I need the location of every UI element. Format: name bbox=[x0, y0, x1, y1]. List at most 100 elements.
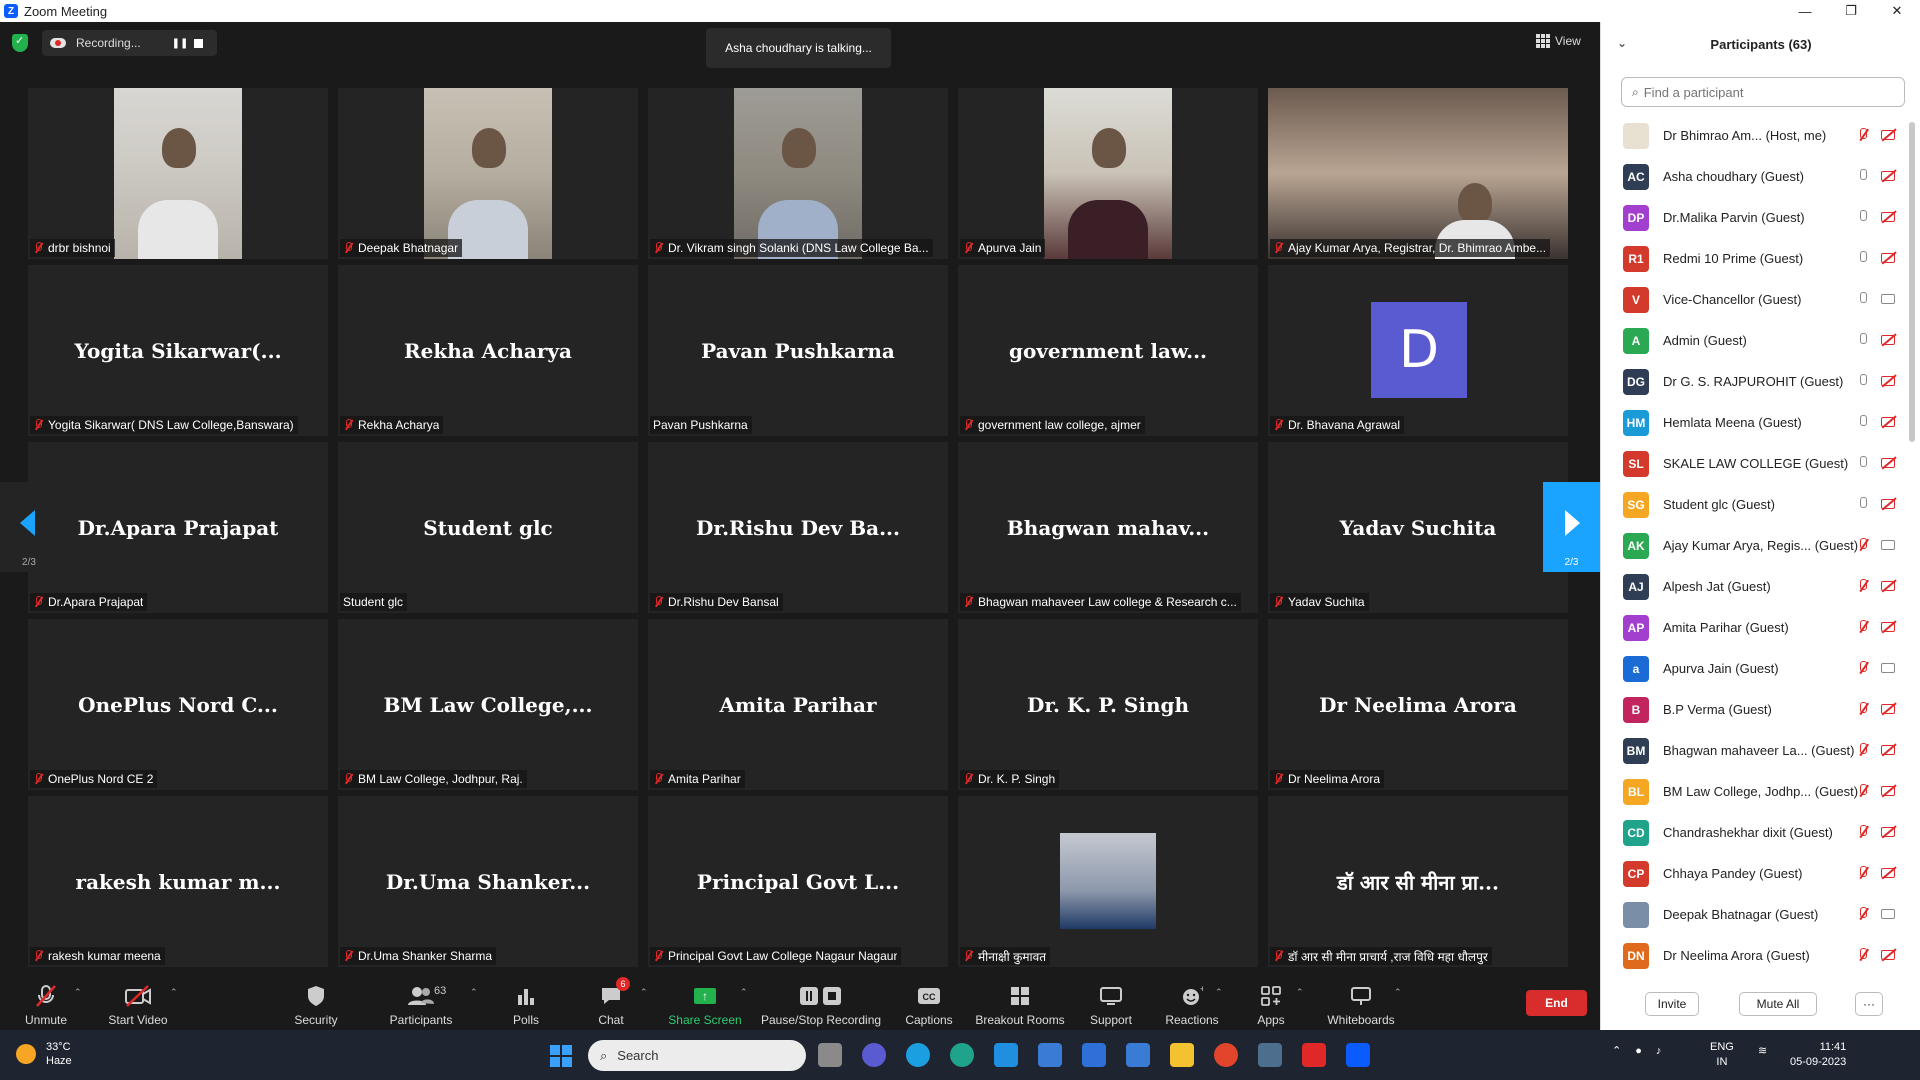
windows-start-icon[interactable] bbox=[550, 1045, 572, 1067]
next-page-button[interactable]: 2/3 bbox=[1543, 482, 1600, 572]
reactions-caret-icon[interactable]: ⌃ bbox=[1215, 987, 1223, 998]
video-off-icon[interactable] bbox=[1881, 745, 1895, 755]
taskbar-clock[interactable]: 11:41 05-09-2023 bbox=[1790, 1040, 1846, 1070]
video-off-icon[interactable] bbox=[1881, 950, 1895, 960]
share-screen-button[interactable]: ↑ Share Screen bbox=[668, 975, 742, 1030]
previous-page-button[interactable]: 2/3 bbox=[0, 482, 58, 572]
video-icon[interactable] bbox=[1881, 909, 1895, 919]
mic-icon[interactable] bbox=[1857, 497, 1869, 512]
video-icon[interactable] bbox=[1881, 663, 1895, 673]
video-tile[interactable]: Amita Parihar Amita Parihar bbox=[648, 619, 948, 790]
participant-row[interactable]: R1 Redmi 10 Prime (Guest) bbox=[1601, 238, 1907, 279]
participant-row[interactable]: SG Student glc (Guest) bbox=[1601, 484, 1907, 525]
participant-row[interactable]: B B.P Verma (Guest) bbox=[1601, 689, 1907, 730]
mic-muted-icon[interactable] bbox=[1857, 661, 1869, 676]
mute-all-button[interactable]: Mute All bbox=[1739, 992, 1817, 1016]
start-video-button[interactable]: Start Video bbox=[106, 975, 170, 1030]
participant-row[interactable]: Deepak Bhatnagar (Guest) bbox=[1601, 894, 1907, 935]
mic-muted-icon[interactable] bbox=[1857, 743, 1869, 758]
video-tile[interactable]: Dr. K. P. Singh Dr. K. P. Singh bbox=[958, 619, 1258, 790]
video-tile[interactable]: Dr.Apara Prajapat Dr.Apara Prajapat bbox=[28, 442, 328, 613]
video-tile[interactable]: D Dr. Bhavana Agrawal bbox=[1268, 265, 1568, 436]
video-off-icon[interactable] bbox=[1881, 827, 1895, 837]
participants-button[interactable]: 63 Participants bbox=[388, 975, 454, 1030]
video-tile[interactable]: rakesh kumar m... rakesh kumar meena bbox=[28, 796, 328, 967]
video-off-icon[interactable] bbox=[1881, 704, 1895, 714]
mic-muted-icon[interactable] bbox=[1857, 866, 1869, 881]
mic-muted-icon[interactable] bbox=[1857, 702, 1869, 717]
video-options-caret-icon[interactable]: ⌃ bbox=[170, 987, 178, 998]
mic-icon[interactable] bbox=[1857, 292, 1869, 307]
video-tile[interactable]: Bhagwan mahav... Bhagwan mahaveer Law col… bbox=[958, 442, 1258, 613]
participant-row[interactable]: DG Dr G. S. RAJPUROHIT (Guest) bbox=[1601, 361, 1907, 402]
encryption-shield-icon[interactable] bbox=[12, 34, 28, 52]
whiteboards-button[interactable]: Whiteboards bbox=[1326, 975, 1396, 1030]
video-tile[interactable]: Dr Neelima Arora Dr Neelima Arora bbox=[1268, 619, 1568, 790]
maximize-button[interactable]: ❐ bbox=[1828, 0, 1874, 22]
pause-recording-icon[interactable]: ❚❚ bbox=[172, 35, 189, 51]
youtube-icon[interactable] bbox=[1302, 1043, 1326, 1067]
participant-search-input[interactable] bbox=[1643, 84, 1874, 100]
security-button[interactable]: Security bbox=[290, 975, 342, 1030]
mic-icon[interactable] bbox=[1857, 333, 1869, 348]
weather-widget[interactable]: 33°C Haze bbox=[16, 1040, 72, 1068]
mic-icon[interactable] bbox=[1857, 456, 1869, 471]
video-off-icon[interactable] bbox=[1881, 376, 1895, 386]
participant-row[interactable]: BM Bhagwan mahaveer La... (Guest) bbox=[1601, 730, 1907, 771]
audio-options-caret-icon[interactable]: ⌃ bbox=[74, 987, 82, 998]
video-off-icon[interactable] bbox=[1881, 130, 1895, 140]
tray-chevron-icon[interactable]: ⌃ bbox=[1612, 1044, 1621, 1057]
more-options-button[interactable]: ··· bbox=[1855, 992, 1883, 1016]
wifi-icon[interactable]: ≋ bbox=[1758, 1044, 1767, 1057]
chat-button[interactable]: 6 Chat bbox=[596, 975, 630, 1030]
video-off-icon[interactable] bbox=[1881, 253, 1895, 263]
edge-icon[interactable] bbox=[950, 1043, 974, 1067]
end-meeting-button[interactable]: End bbox=[1526, 990, 1587, 1016]
collapse-chevron-icon[interactable]: ⌄ bbox=[1617, 36, 1627, 50]
video-off-icon[interactable] bbox=[1881, 335, 1895, 345]
video-off-icon[interactable] bbox=[1881, 622, 1895, 632]
participant-row[interactable]: Dr Bhimrao Am... (Host, me) bbox=[1601, 115, 1907, 156]
mic-muted-icon[interactable] bbox=[1857, 784, 1869, 799]
view-button[interactable]: View bbox=[1536, 34, 1581, 48]
video-tile[interactable]: डॉ आर सी मीना प्रा... डॉ आर सी मीना प्राच… bbox=[1268, 796, 1568, 967]
stop-recording-icon[interactable] bbox=[194, 39, 203, 48]
video-off-icon[interactable] bbox=[1881, 499, 1895, 509]
minimize-button[interactable]: — bbox=[1782, 0, 1828, 22]
mic-muted-icon[interactable] bbox=[1857, 825, 1869, 840]
video-icon[interactable] bbox=[1881, 294, 1895, 304]
breakout-rooms-button[interactable]: Breakout Rooms bbox=[975, 975, 1065, 1030]
polls-button[interactable]: Polls bbox=[508, 975, 544, 1030]
reactions-button[interactable]: + Reactions bbox=[1165, 975, 1218, 1030]
video-tile[interactable]: Rekha Acharya Rekha Acharya bbox=[338, 265, 638, 436]
video-off-icon[interactable] bbox=[1881, 212, 1895, 222]
share-caret-icon[interactable]: ⌃ bbox=[740, 987, 748, 998]
participant-row[interactable]: AC Asha choudhary (Guest) bbox=[1601, 156, 1907, 197]
captions-button[interactable]: CC Captions bbox=[904, 975, 954, 1030]
teams-icon[interactable] bbox=[862, 1043, 886, 1067]
participants-caret-icon[interactable]: ⌃ bbox=[470, 987, 478, 998]
participant-row[interactable]: AK Ajay Kumar Arya, Regis... (Guest) bbox=[1601, 525, 1907, 566]
app-icon-1[interactable] bbox=[1082, 1043, 1106, 1067]
participant-row[interactable]: CP Chhaya Pandey (Guest) bbox=[1601, 853, 1907, 894]
participant-row[interactable]: a Apurva Jain (Guest) bbox=[1601, 648, 1907, 689]
video-off-icon[interactable] bbox=[1881, 417, 1895, 427]
video-off-icon[interactable] bbox=[1881, 458, 1895, 468]
task-view-icon[interactable] bbox=[818, 1043, 842, 1067]
mic-muted-icon[interactable] bbox=[1857, 579, 1869, 594]
mic-icon[interactable] bbox=[1857, 415, 1869, 430]
apps-caret-icon[interactable]: ⌃ bbox=[1296, 987, 1304, 998]
video-off-icon[interactable] bbox=[1881, 868, 1895, 878]
app-icon-2[interactable] bbox=[1126, 1043, 1150, 1067]
taskbar-search[interactable]: ⌕ Search bbox=[588, 1040, 806, 1071]
video-off-icon[interactable] bbox=[1881, 171, 1895, 181]
close-button[interactable]: ✕ bbox=[1874, 0, 1920, 22]
mic-muted-icon[interactable] bbox=[1857, 620, 1869, 635]
file-explorer-icon[interactable] bbox=[1170, 1043, 1194, 1067]
mic-icon[interactable] bbox=[1857, 169, 1869, 184]
video-tile[interactable]: मीनाक्षी कुमावत bbox=[958, 796, 1258, 967]
tray-mic-icon[interactable]: ♪ bbox=[1656, 1045, 1662, 1057]
help-icon[interactable] bbox=[906, 1043, 930, 1067]
store-icon[interactable] bbox=[1038, 1043, 1062, 1067]
mic-muted-icon[interactable] bbox=[1857, 907, 1869, 922]
